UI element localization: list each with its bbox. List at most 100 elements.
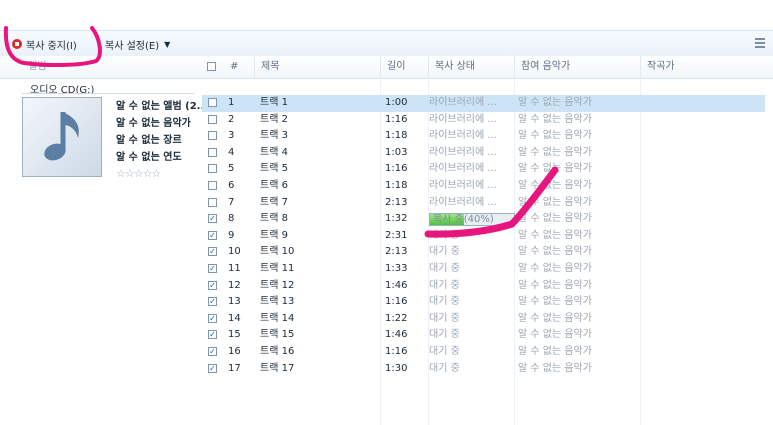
- track-checkbox[interactable]: ✓: [208, 214, 217, 224]
- track-artist: 알 수 없는 음악가: [518, 312, 592, 324]
- track-row[interactable]: ✓ 10 트랙 10 2:13 대기 중 알 수 없는 음악가: [202, 244, 765, 261]
- track-number: 3: [228, 130, 235, 142]
- track-list: 1 트랙 1 1:00 라이브러리에 ... 알 수 없는 음악가 2 트랙 2 1:16 라이…: [202, 95, 765, 377]
- track-number: 16: [228, 345, 241, 357]
- track-checkbox[interactable]: ✓: [208, 363, 217, 373]
- track-checkbox[interactable]: ✓: [208, 297, 217, 307]
- track-row[interactable]: ✓ 14 트랙 14 1:22 대기 중 알 수 없는 음악가: [202, 311, 765, 328]
- track-title: 트랙 12: [260, 279, 295, 291]
- track-number: 7: [228, 196, 235, 208]
- track-title: 트랙 10: [260, 246, 295, 258]
- track-length: 2:31: [385, 229, 408, 241]
- rip-status: 대기 중: [429, 362, 460, 374]
- album-year[interactable]: 알 수 없는 연도: [116, 148, 182, 163]
- track-length: 1:00: [385, 97, 408, 108]
- col-number[interactable]: #: [224, 56, 254, 78]
- track-checkbox[interactable]: ✓: [208, 330, 217, 340]
- track-row[interactable]: ✓ 12 트랙 12 1:46 대기 중 알 수 없는 음악가: [202, 278, 765, 295]
- track-checkbox[interactable]: ✓: [208, 313, 217, 323]
- rip-status: 라이브러리에 ...: [429, 163, 497, 175]
- track-number: 17: [228, 362, 241, 374]
- album-genre[interactable]: 알 수 없는 장르: [116, 131, 182, 146]
- track-checkbox[interactable]: ✓: [208, 230, 217, 240]
- track-artist: 알 수 없는 음악가: [518, 229, 592, 241]
- album-art[interactable]: [22, 97, 102, 177]
- track-checkbox[interactable]: [208, 131, 217, 141]
- track-title: 트랙 9: [260, 229, 288, 241]
- chevron-down-icon: ▼: [164, 39, 171, 49]
- track-artist: 알 수 없는 음악가: [518, 179, 592, 191]
- col-contributing-artist[interactable]: 참여 음악가: [514, 56, 640, 78]
- rip-status: 대기 중: [429, 229, 460, 241]
- track-row[interactable]: ✓ 16 트랙 16 1:16 대기 중 알 수 없는 음악가: [202, 344, 765, 361]
- track-artist: 알 수 없는 음악가: [518, 113, 592, 125]
- track-artist: 알 수 없는 음악가: [518, 279, 592, 291]
- track-artist: 알 수 없는 음악가: [518, 97, 592, 108]
- track-checkbox[interactable]: [208, 180, 217, 190]
- track-checkbox[interactable]: [208, 164, 217, 174]
- track-row[interactable]: ✓ 8 트랙 8 1:32 복사 중(40%) 알 수 없는 음악가: [202, 211, 765, 228]
- track-number: 15: [228, 329, 241, 341]
- track-row[interactable]: 3 트랙 3 1:18 라이브러리에 ... 알 수 없는 음악가: [202, 128, 765, 145]
- track-title: 트랙 8: [260, 213, 288, 225]
- track-row[interactable]: ✓ 11 트랙 11 1:33 대기 중 알 수 없는 음악가: [202, 261, 765, 278]
- track-row[interactable]: ✓ 17 트랙 17 1:30 대기 중 알 수 없는 음악가: [202, 361, 765, 378]
- col-composer[interactable]: 작곡가: [640, 56, 773, 78]
- track-length: 1:46: [385, 329, 408, 341]
- track-row[interactable]: ✓ 9 트랙 9 2:31 대기 중 알 수 없는 음악가: [202, 228, 765, 245]
- track-length: 1:16: [385, 163, 408, 175]
- stop-rip-button[interactable]: 복사 중지(I): [12, 36, 77, 52]
- track-row[interactable]: ✓ 15 트랙 15 1:46 대기 중 알 수 없는 음악가: [202, 327, 765, 344]
- rip-status: 대기 중: [429, 279, 460, 291]
- track-length: 1:30: [385, 362, 408, 374]
- select-all-checkbox[interactable]: [207, 62, 216, 71]
- track-row[interactable]: 2 트랙 2 1:16 라이브러리에 ... 알 수 없는 음악가: [202, 112, 765, 129]
- track-artist: 알 수 없는 음악가: [518, 130, 592, 142]
- col-check-all[interactable]: [202, 56, 224, 78]
- track-row[interactable]: 4 트랙 4 1:03 라이브러리에 ... 알 수 없는 음악가: [202, 145, 765, 162]
- track-checkbox[interactable]: ✓: [208, 280, 217, 290]
- track-artist: 알 수 없는 음악가: [518, 345, 592, 357]
- track-artist: 알 수 없는 음악가: [518, 262, 592, 274]
- track-number: 1: [228, 97, 235, 108]
- track-checkbox[interactable]: [208, 147, 217, 157]
- track-checkbox[interactable]: [208, 98, 217, 107]
- col-title[interactable]: 제목: [254, 56, 380, 78]
- track-checkbox[interactable]: ✓: [208, 247, 217, 257]
- rip-status: 라이브러리에 ...: [429, 146, 497, 158]
- track-row[interactable]: 5 트랙 5 1:16 라이브러리에 ... 알 수 없는 음악가: [202, 161, 765, 178]
- col-length[interactable]: 길이: [380, 56, 428, 78]
- stop-rip-label: 복사 중지(I): [26, 40, 77, 52]
- track-checkbox[interactable]: [208, 114, 217, 124]
- track-length: 1:33: [385, 262, 408, 274]
- rating-stars[interactable]: ☆☆☆☆☆: [116, 167, 161, 180]
- rip-settings-button[interactable]: 복사 설정(E) ▼: [105, 36, 170, 52]
- track-length: 1:03: [385, 146, 408, 158]
- track-number: 14: [228, 312, 241, 324]
- track-length: 2:13: [385, 196, 408, 208]
- album-artist[interactable]: 알 수 없는 음악가: [116, 114, 191, 129]
- track-title: 트랙 15: [260, 329, 295, 341]
- track-row[interactable]: 7 트랙 7 2:13 라이브러리에 ... 알 수 없는 음악가: [202, 195, 765, 212]
- track-title: 트랙 2: [260, 113, 288, 125]
- rip-status: 라이브러리에 ...: [429, 130, 497, 142]
- track-artist: 알 수 없는 음악가: [518, 213, 592, 225]
- col-rip-status[interactable]: 복사 상태: [428, 56, 514, 78]
- track-title: 트랙 16: [260, 345, 295, 357]
- track-checkbox[interactable]: ✓: [208, 263, 217, 273]
- track-checkbox[interactable]: ✓: [208, 346, 217, 356]
- track-row[interactable]: 1 트랙 1 1:00 라이브러리에 ... 알 수 없는 음악가: [202, 95, 765, 112]
- album-name[interactable]: 알 수 없는 앨범 (2...: [116, 97, 208, 112]
- track-number: 8: [228, 213, 235, 225]
- track-checkbox[interactable]: [208, 197, 217, 207]
- track-number: 11: [228, 262, 241, 274]
- track-number: 4: [228, 146, 235, 158]
- layout-options-icon[interactable]: [755, 38, 765, 50]
- rip-toolbar: 복사 중지(I) 복사 설정(E) ▼: [0, 30, 773, 58]
- track-number: 6: [228, 179, 235, 191]
- track-length: 1:32: [385, 213, 408, 225]
- rip-status: 복사 중(40%): [433, 214, 494, 226]
- track-row[interactable]: ✓ 13 트랙 13 1:16 대기 중 알 수 없는 음악가: [202, 294, 765, 311]
- track-row[interactable]: 6 트랙 6 1:18 라이브러리에 ... 알 수 없는 음악가: [202, 178, 765, 195]
- col-album[interactable]: 앨범: [22, 56, 202, 78]
